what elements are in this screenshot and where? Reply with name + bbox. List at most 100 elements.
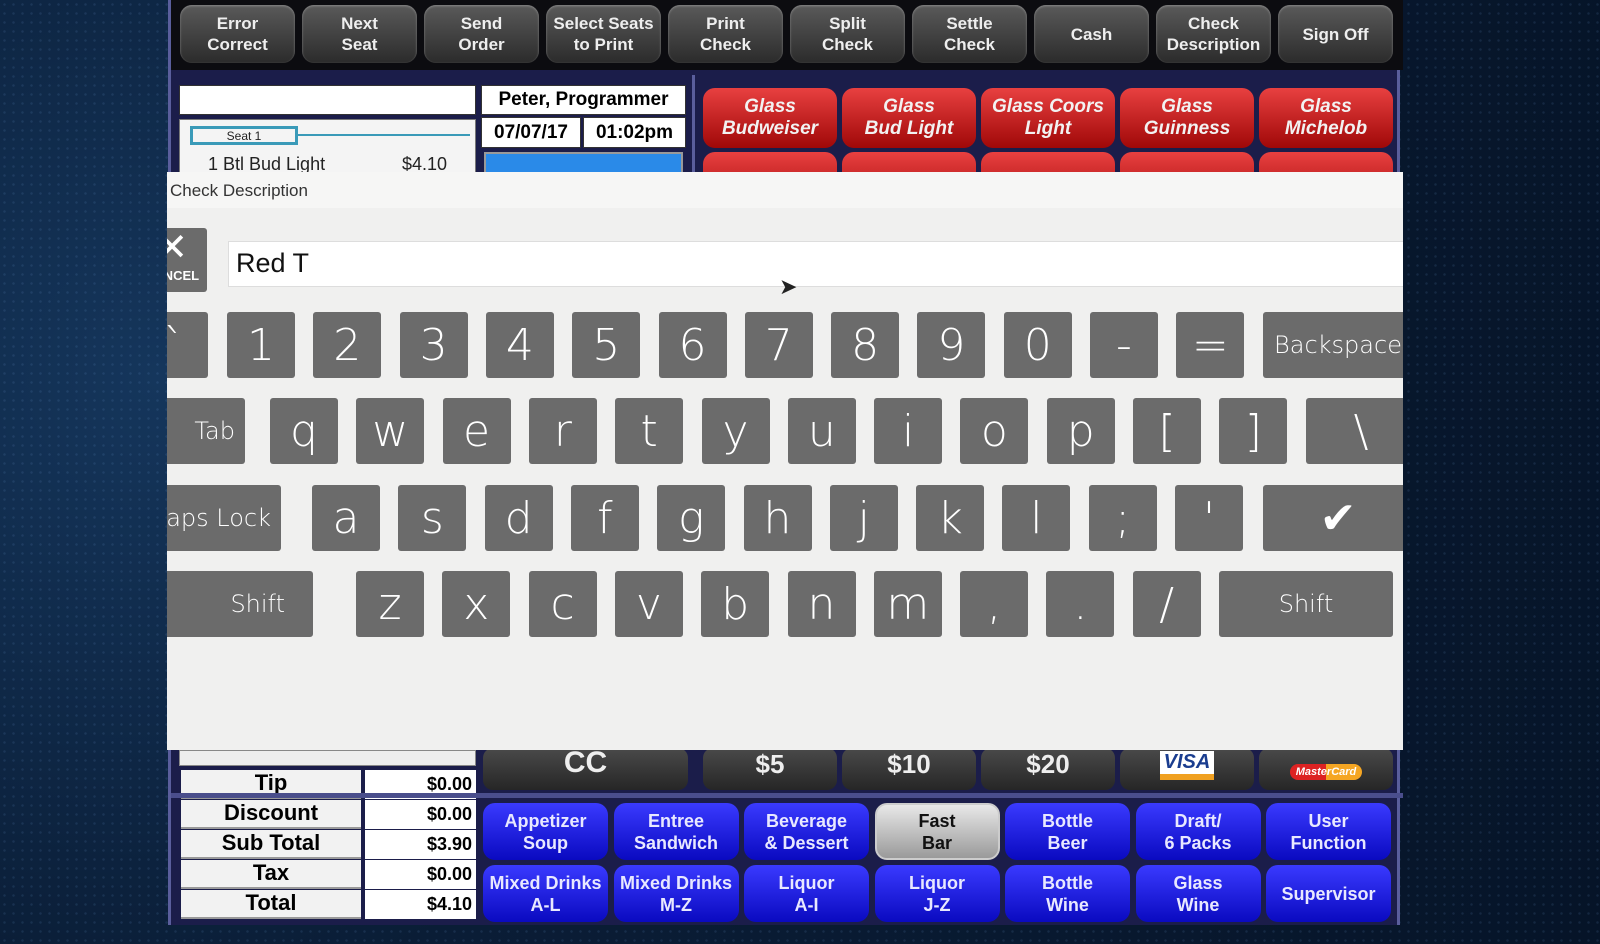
totals-value: $4.10 [365,890,476,919]
drink-button[interactable]: Glass Michelob [1259,88,1393,148]
key-1[interactable]: 1 [227,312,295,378]
category-button[interactable]: Fast Bar [874,803,1000,860]
category-button[interactable]: Beverage & Dessert [744,803,869,860]
category-button[interactable]: Draft/ 6 Packs [1135,803,1261,860]
key--[interactable]: - [1090,312,1158,378]
cancel-button[interactable]: ✕ CANCEL [167,228,207,292]
cash-button[interactable]: $20 [981,748,1115,790]
key-3[interactable]: 3 [399,312,468,378]
key-z[interactable]: z [356,571,424,637]
key-\[interactable]: \ [1306,398,1403,464]
key-`[interactable]: ` [167,312,208,378]
key-[[interactable]: [ [1133,398,1201,464]
key-h[interactable]: h [743,485,812,551]
key-caps-lock[interactable]: Caps Lock [167,485,281,551]
category-button[interactable]: Appetizer Soup [483,803,608,860]
category-button[interactable]: Liquor J-Z [874,865,1000,922]
toolbar-button-check-description[interactable]: Check Description [1156,5,1271,63]
key-tab[interactable]: Tab [167,398,245,464]
key-5[interactable]: 5 [572,312,641,378]
totals-label: Tax [181,860,361,889]
category-button[interactable]: Mixed Drinks A-L [483,865,608,922]
key-.[interactable]: . [1046,571,1115,637]
key-;[interactable]: ; [1088,485,1157,551]
key-p[interactable]: p [1046,398,1115,464]
key-c[interactable]: c [528,571,597,637]
key-r[interactable]: r [528,398,597,464]
key-w[interactable]: w [356,398,425,464]
check-list-bottom [179,750,476,766]
key-f[interactable]: f [570,485,639,551]
toolbar-button-print-check[interactable]: Print Check [668,5,783,63]
toolbar-button-sign-off[interactable]: Sign Off [1278,5,1393,63]
drink-button[interactable]: Glass Budweiser [703,88,837,148]
toolbar-button-send-order[interactable]: Send Order [424,5,539,63]
key-7[interactable]: 7 [744,312,813,378]
toolbar-button-select-seats-to-print[interactable]: Select Seats to Print [546,5,661,63]
key-e[interactable]: e [442,398,511,464]
key-][interactable]: ] [1219,398,1288,464]
toolbar-button-settle-check[interactable]: Settle Check [912,5,1027,63]
check-list[interactable]: Seat 1 1 Btl Bud Light $4.10 [179,119,476,174]
key-l[interactable]: l [1002,485,1071,551]
key-n[interactable]: n [787,571,856,637]
drink-button[interactable]: Glass Guinness [1120,88,1254,148]
drink-button[interactable]: Glass Coors Light [981,88,1115,148]
key-t[interactable]: t [615,398,684,464]
key-,[interactable]: , [960,571,1029,637]
description-input[interactable]: Red T [228,241,1403,287]
seat-tab[interactable]: Seat 1 [190,126,298,145]
time: 01:02pm [583,117,686,148]
key-u[interactable]: u [787,398,856,464]
key-i[interactable]: i [874,398,943,464]
category-button[interactable]: Bottle Wine [1005,865,1130,922]
key-shift[interactable]: Shift [167,571,313,637]
key-a[interactable]: a [312,485,380,551]
key-b[interactable]: b [701,571,770,637]
mastercard-button[interactable]: MasterCard [1259,748,1393,790]
key-9[interactable]: 9 [917,312,986,378]
toolbar-button-cash[interactable]: Cash [1034,5,1149,63]
key-x[interactable]: x [442,571,511,637]
key-v[interactable]: v [614,571,683,637]
totals-label: Discount [181,800,361,829]
cash-button[interactable]: $5 [703,748,837,790]
toolbar-button-next-seat[interactable]: Next Seat [302,5,417,63]
close-icon: ✕ [167,227,188,269]
visa-button[interactable]: VISA [1120,748,1254,790]
key-g[interactable]: g [657,485,726,551]
key-8[interactable]: 8 [831,312,900,378]
key-=[interactable]: = [1176,312,1245,378]
key-m[interactable]: m [873,571,942,637]
key-d[interactable]: d [484,485,553,551]
cc-button[interactable]: CC [483,746,688,790]
category-button[interactable]: Entree Sandwich [613,803,739,860]
key-/[interactable]: / [1132,571,1201,637]
category-button[interactable]: Supervisor [1266,865,1391,922]
key-backspace[interactable]: Backspace [1263,312,1403,378]
key-6[interactable]: 6 [658,312,727,378]
key-q[interactable]: q [270,398,338,464]
cash-button[interactable]: $10 [842,748,976,790]
toolbar-button-split-check[interactable]: Split Check [790,5,905,63]
category-button[interactable]: User Function [1266,803,1391,860]
category-button[interactable]: Bottle Beer [1005,803,1130,860]
check-name-box[interactable] [179,85,476,115]
key-enter-check-icon[interactable]: ✔ [1263,485,1403,551]
key-k[interactable]: k [916,485,985,551]
toolbar-button-error-correct[interactable]: Error Correct [180,5,295,63]
key-2[interactable]: 2 [313,312,382,378]
key-0[interactable]: 0 [1003,312,1072,378]
key-shift[interactable]: Shift [1219,571,1393,637]
drink-button[interactable]: Glass Bud Light [842,88,976,148]
key-o[interactable]: o [960,398,1029,464]
category-button[interactable]: Mixed Drinks M-Z [613,865,739,922]
status-bar [484,152,683,174]
category-button[interactable]: Liquor A-I [744,865,869,922]
key-j[interactable]: j [829,485,898,551]
key-'[interactable]: ' [1175,485,1243,551]
category-button[interactable]: Glass Wine [1135,865,1261,922]
key-y[interactable]: y [701,398,770,464]
key-s[interactable]: s [398,485,467,551]
key-4[interactable]: 4 [485,312,554,378]
